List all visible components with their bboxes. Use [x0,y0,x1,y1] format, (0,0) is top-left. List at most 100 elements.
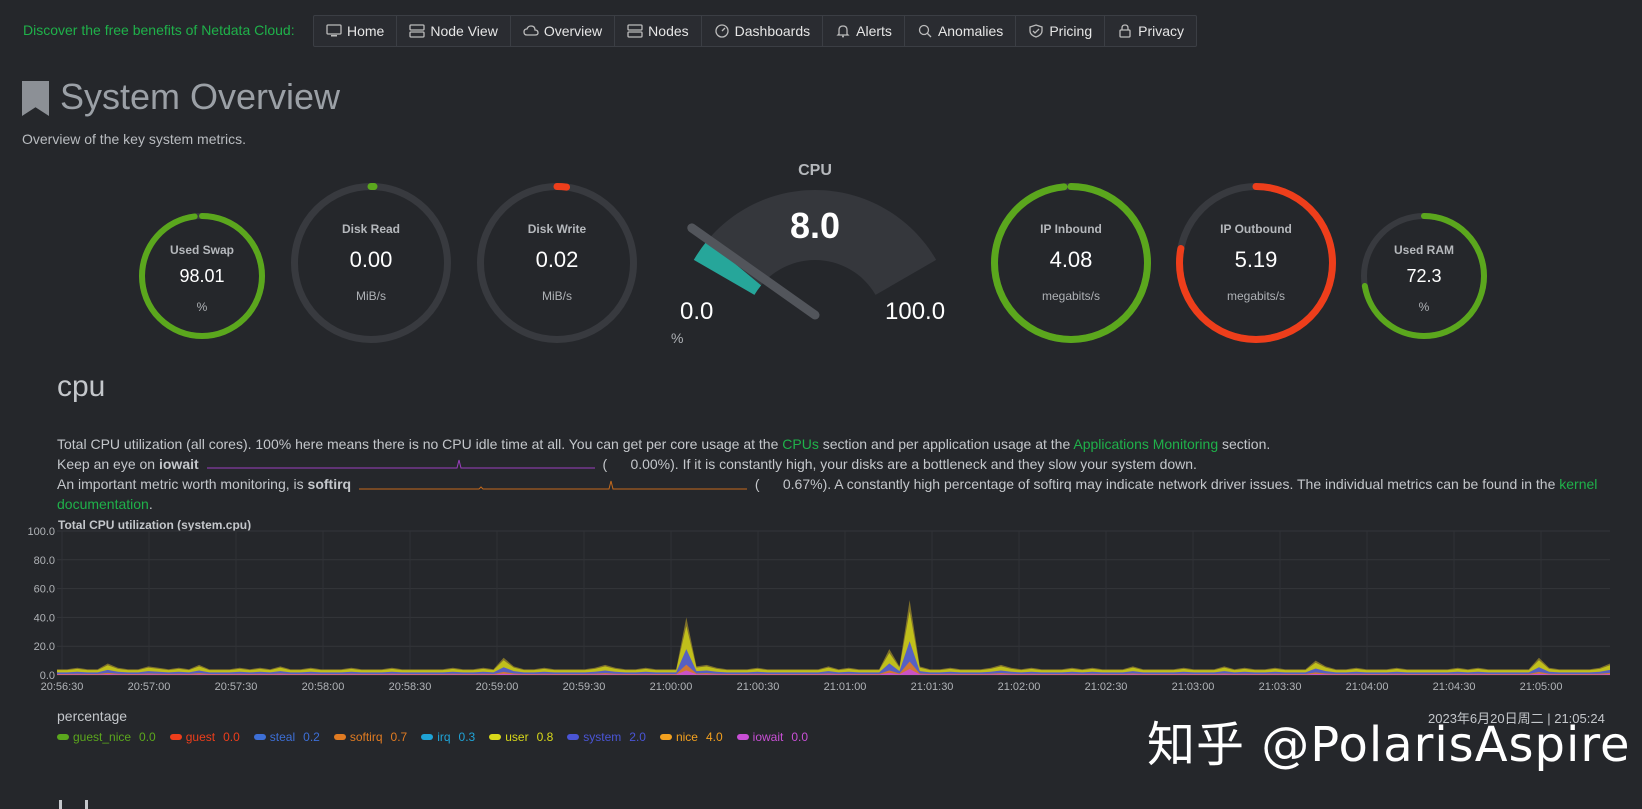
applications-monitoring-link[interactable]: Applications Monitoring [1073,436,1218,452]
cloud-icon [523,25,539,36]
x-tick-label: 21:02:30 [1085,681,1128,693]
dashboard-icon [714,24,729,38]
legend-item-irq[interactable]: irq 0.3 [421,730,475,744]
bookmark-icon [22,81,49,116]
top-nav: Home Node View Overview Nodes Dashboards Aler… [313,15,1198,47]
softirq-value: ( 0.67%). A constantly high percentage o… [754,476,1560,492]
legend-name: nice [675,730,698,744]
lock-icon [1119,24,1131,38]
legend-item-guest[interactable]: guest 0.0 [169,730,240,744]
gauge-disk-read[interactable]: Disk Read 0.00 MiB/s [290,182,452,344]
documentation-link[interactable]: documentation [57,496,149,512]
nav-nodes[interactable]: Nodes [615,16,702,46]
legend-item-steal[interactable]: steal 0.2 [253,730,320,744]
gauge-unit: MiB/s [542,289,572,303]
cpu-utilization-chart[interactable]: 100.080.060.040.020.00.020:56:30 20:57:00… [0,525,1642,725]
gauge-label: IP Outbound [1220,222,1292,236]
nav-label: Alerts [856,23,892,39]
x-tick-label: 20:57:00 [128,681,171,693]
server-icon [627,24,643,38]
legend-item-iowait[interactable]: iowait 0.0 [736,730,809,744]
next-section-heading-partial [59,800,88,809]
nav-home[interactable]: Home [314,16,398,46]
x-tick-label: 21:03:00 [1172,681,1215,693]
legend-swatch [169,734,182,740]
desc-text: An important metric worth monitoring, is [57,476,308,492]
x-tick-label: 21:02:00 [998,681,1041,693]
nav-pricing[interactable]: Pricing [1016,16,1106,46]
nav-label: Anomalies [937,23,1004,39]
watermark: 知乎 @PolarisAspire [1147,717,1631,773]
legend-value: 2.0 [629,730,646,744]
gauge-unit: MiB/s [356,289,386,303]
nav-anomalies[interactable]: Anomalies [905,16,1017,46]
gauge-value: 0.02 [535,247,579,272]
nav-node-view[interactable]: Node View [397,16,511,46]
legend-swatch [736,734,749,740]
nav-dashboards[interactable]: Dashboards [702,16,824,46]
gauge-min: 0.0 [680,298,714,325]
x-tick-label: 21:00:00 [650,681,693,693]
server-icon [409,24,426,38]
x-tick-label: 20:59:00 [476,681,519,693]
chart-legend: guest_nice 0.0 guest 0.0 steal 0.2 softirq 0.7 i… [57,730,808,744]
legend-name: steal [269,730,296,744]
softirq-label: softirq [307,476,352,492]
legend-name: guest [185,730,216,744]
legend-name: iowait [752,730,784,744]
legend-item-nice[interactable]: nice 4.0 [659,730,723,744]
legend-name: irq [437,730,451,744]
legend-name: system [583,730,622,744]
legend-value: 0.7 [390,730,408,744]
cpus-link[interactable]: CPUs [782,436,819,452]
gauge-ip-outbound[interactable]: IP Outbound 5.19 megabits/s [1175,182,1337,344]
gauge-max: 100.0 [885,298,946,325]
x-tick-label: 20:59:30 [563,681,606,693]
gauge-used-swap[interactable]: Used Swap 98.01 % [138,212,266,340]
shield-icon [1029,24,1043,38]
search-icon [918,24,932,38]
legend-swatch [489,734,502,740]
legend-swatch [57,734,69,740]
section-heading-cpu: cpu [57,370,106,403]
gauge-disk-write[interactable]: Disk Write 0.02 MiB/s [476,182,638,344]
legend-swatch [659,734,672,740]
legend-item-guest-nice[interactable]: guest_nice 0.0 [57,730,156,744]
nav-label: Home [347,23,385,39]
x-tick-label: 21:04:00 [1346,681,1389,693]
cpu-description-line3: An important metric worth monitoring, is… [57,476,1597,493]
gauge-ip-inbound[interactable]: IP Inbound 4.08 megabits/s [990,182,1152,344]
legend-value: 0.3 [458,730,476,744]
x-tick-label: 21:05:00 [1520,681,1563,693]
nav-alerts[interactable]: Alerts [823,16,905,46]
desc-text: Keep an eye on [57,456,159,472]
gauge-unit: megabits/s [1041,289,1101,303]
gauge-label: CPU [798,162,832,179]
gauge-used-ram[interactable]: Used RAM 72.3 % [1360,212,1488,340]
kernel-link[interactable]: kernel [1559,476,1597,492]
page-title: System Overview [60,76,341,117]
iowait-value: ( 0.00%). If it is constantly high, your… [602,456,1197,472]
cpu-description-line1: Total CPU utilization (all cores). 100% … [57,436,1270,452]
nav-label: Dashboards [734,23,811,39]
gauge-unit: % [671,330,684,346]
y-tick-label: 60.0 [34,584,55,596]
legend-value: 0.0 [223,730,240,744]
nav-privacy[interactable]: Privacy [1105,16,1196,46]
legend-item-softirq[interactable]: softirq 0.7 [333,730,408,744]
gauge-label: Disk Read [341,222,401,236]
legend-item-system[interactable]: system 2.0 [567,730,646,744]
y-tick-label: 40.0 [34,612,55,624]
gauge-cpu[interactable]: CPU 8.0 0.0 100.0 % [650,155,980,355]
nav-label: Nodes [648,23,689,39]
cpu-description-line4: documentation. [57,496,153,512]
legend-value: 0.0 [791,730,809,744]
x-tick-label: 21:00:30 [737,681,780,693]
cloud-promo-link[interactable]: Discover the free benefits of Netdata Cl… [23,22,295,38]
gauge-value: 4.08 [1049,247,1093,272]
nav-overview[interactable]: Overview [511,16,616,46]
legend-item-user[interactable]: user 0.8 [489,730,553,744]
iowait-sparkline [206,460,595,469]
legend-value: 0.8 [536,730,554,744]
legend-name: user [505,730,529,744]
